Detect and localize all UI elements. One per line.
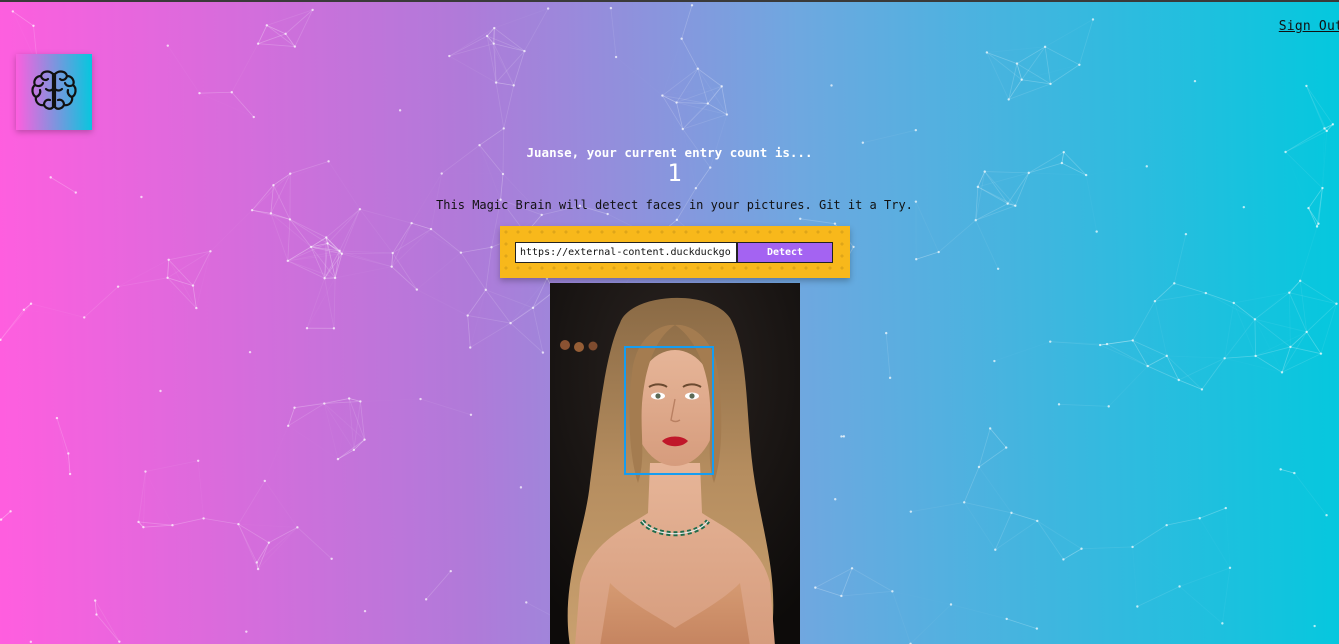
intro-text: This Magic Brain will detect faces in yo… — [436, 198, 913, 212]
face-bounding-box — [624, 346, 714, 475]
input-photo — [550, 283, 800, 644]
logo[interactable] — [16, 54, 92, 130]
detect-button[interactable]: Detect — [737, 242, 833, 263]
brain-icon — [29, 65, 79, 119]
entry-count-value: 1 — [667, 159, 682, 187]
entry-count-greeting: Juanse, your current entry count is... — [526, 145, 813, 160]
image-link-form: Detect — [500, 226, 850, 278]
image-url-input[interactable] — [515, 242, 737, 263]
sign-out-link[interactable]: Sign Out — [1279, 19, 1339, 34]
